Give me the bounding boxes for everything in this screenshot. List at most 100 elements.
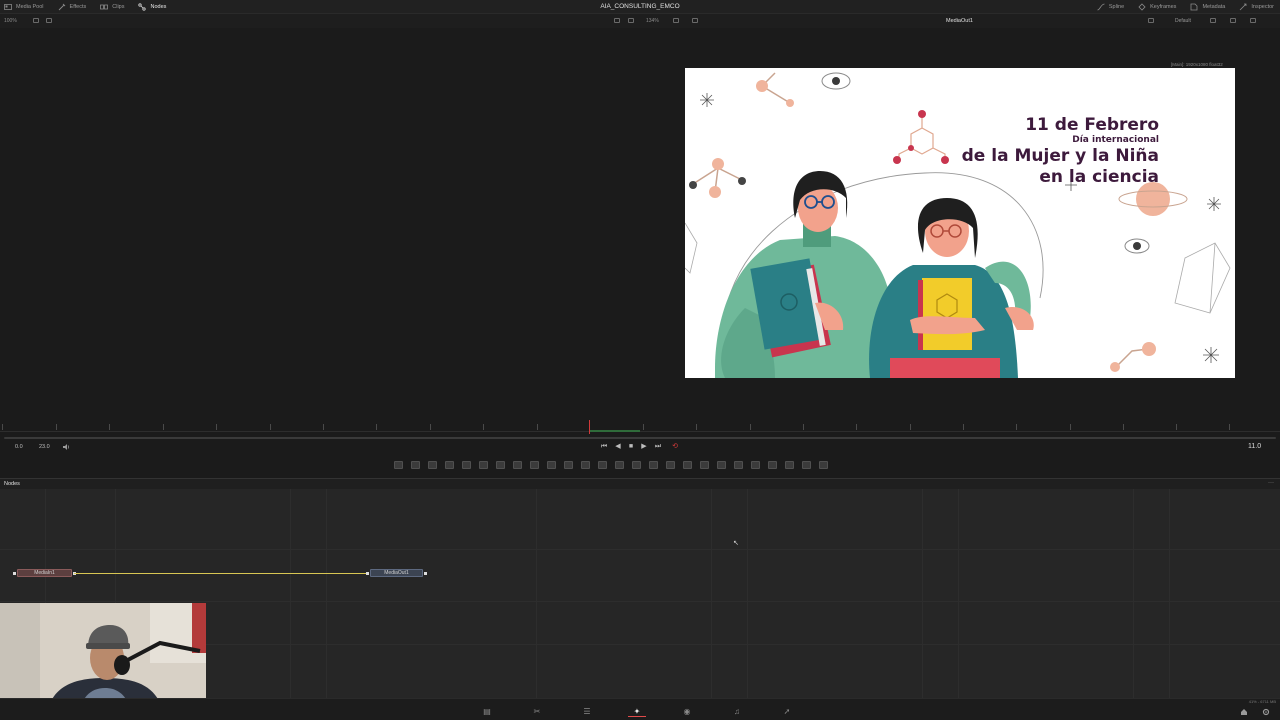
camera-tool-icon[interactable]: [666, 461, 675, 469]
top-bar-spline[interactable]: Spline: [1097, 3, 1124, 11]
layout-icon[interactable]: [1148, 18, 1154, 23]
fusion-page-icon[interactable]: ✦: [628, 707, 646, 717]
background-tool-icon[interactable]: [394, 461, 403, 469]
play-reverse-icon[interactable]: ◀: [614, 443, 622, 451]
node-mediaout1[interactable]: MediaOut1: [370, 569, 423, 577]
gear-icon[interactable]: [1262, 708, 1270, 716]
right-viewer-zoom[interactable]: 134%: [646, 18, 659, 24]
merge3d-tool-icon[interactable]: [734, 461, 743, 469]
edit-page-icon[interactable]: ☰: [578, 707, 596, 717]
ruler-tick: [1070, 424, 1071, 430]
matte-tool-icon[interactable]: [581, 461, 590, 469]
color-corrector-tool-icon[interactable]: [513, 461, 522, 469]
polygon-tool-icon[interactable]: [462, 461, 471, 469]
layout-preset[interactable]: Default: [1175, 18, 1191, 24]
ruler-tick: [56, 424, 57, 430]
home-icon[interactable]: [1240, 708, 1248, 716]
node-editor-options-icon[interactable]: ···: [1268, 480, 1274, 486]
cut-page-icon[interactable]: ✂: [528, 707, 546, 717]
replicate-tool-icon[interactable]: [785, 461, 794, 469]
fog-tool-icon[interactable]: [768, 461, 777, 469]
go-to-start-icon[interactable]: ⏮: [600, 443, 608, 451]
ruler-tick: [323, 424, 324, 430]
viewer-options-icon[interactable]: [33, 18, 39, 23]
audio-speaker-icon[interactable]: [62, 443, 70, 451]
top-bar-inspector[interactable]: Inspector: [1239, 3, 1274, 11]
light-tool-icon[interactable]: [700, 461, 709, 469]
grid-line: [711, 489, 712, 699]
renderer3d-tool-icon[interactable]: [717, 461, 726, 469]
ruler-tick: [1176, 424, 1177, 430]
particle-tool-icon[interactable]: [496, 461, 505, 469]
right-viewer-view-icon[interactable]: [673, 18, 679, 23]
loop-icon[interactable]: ⟲: [671, 443, 679, 451]
viewer-more-icon[interactable]: [1250, 18, 1256, 23]
ruler-tick: [1229, 424, 1230, 430]
merge-tool-icon[interactable]: [530, 461, 539, 469]
time-ruler[interactable]: [0, 422, 1280, 432]
node-editor-title: Nodes: [4, 481, 20, 487]
viewer-node-name: MediaOut1: [946, 18, 973, 24]
grid-line: [922, 489, 923, 699]
metadata-icon: [1191, 3, 1198, 11]
shape3d-tool-icon[interactable]: [683, 461, 692, 469]
text3d-tool-icon[interactable]: [751, 461, 760, 469]
right-viewer-lut-icon[interactable]: [614, 18, 620, 23]
keyframes-icon: [1138, 3, 1146, 11]
node-connection[interactable]: [74, 573, 366, 574]
media-page-icon[interactable]: ▤: [478, 707, 496, 717]
paint-tool-icon[interactable]: [411, 461, 420, 469]
grid-line: [536, 489, 537, 699]
brush-tool-icon[interactable]: [445, 461, 454, 469]
media-out-output-port[interactable]: [424, 572, 427, 575]
transform-tool-icon[interactable]: [547, 461, 556, 469]
text-tool-icon[interactable]: [428, 461, 437, 469]
global-start-time[interactable]: 0.0: [15, 444, 23, 450]
grid-line: [326, 489, 327, 699]
go-to-end-icon[interactable]: ⏭: [654, 443, 662, 451]
poster-heading-1: de la Mujer y la Niña: [961, 146, 1159, 166]
blur-tool-icon[interactable]: [564, 461, 573, 469]
color-page-icon[interactable]: ◉: [678, 707, 696, 717]
top-bar-spline-label: Spline: [1108, 4, 1125, 10]
mouse-cursor-icon: ↖: [733, 540, 739, 547]
current-time[interactable]: 11.0: [1248, 443, 1261, 450]
spot-tool-icon[interactable]: [819, 461, 828, 469]
right-viewer-canvas[interactable]: 11 de Febrero Día internacional de la Mu…: [685, 68, 1235, 378]
top-bar-inspector-label: Inspector: [1251, 4, 1274, 10]
viewer-roi-icon[interactable]: [46, 18, 52, 23]
project-title: AIA_CONSULTING_EMCO: [600, 3, 680, 10]
poster-title: 11 de Febrero Día internacional de la Mu…: [962, 115, 1159, 188]
imageplane-tool-icon[interactable]: [802, 461, 811, 469]
deliver-page-icon[interactable]: ➚: [778, 707, 796, 717]
play-forward-icon[interactable]: ▶: [640, 443, 648, 451]
viewer-maximize-icon[interactable]: [1230, 18, 1236, 23]
media-out-input-port[interactable]: [366, 572, 369, 575]
fairlight-page-icon[interactable]: ♫: [728, 707, 746, 717]
top-bar-metadata[interactable]: Metadata: [1190, 3, 1225, 11]
top-bar-right: Spline Keyframes Metadata Inspector: [1097, 0, 1274, 14]
playhead[interactable]: [589, 420, 590, 434]
media-in-input-port[interactable]: [13, 572, 16, 575]
global-end-time[interactable]: 23.0: [39, 444, 50, 450]
top-bar-keyframes[interactable]: Keyframes: [1138, 3, 1176, 11]
viewer-settings-icon[interactable]: [1210, 18, 1216, 23]
mask-tool-icon[interactable]: [632, 461, 641, 469]
right-viewer-options-icon[interactable]: [628, 18, 634, 23]
stop-icon[interactable]: ■: [627, 443, 635, 451]
ellipse-tool-icon[interactable]: [615, 461, 624, 469]
bspline-tool-icon[interactable]: [479, 461, 488, 469]
ruler-tick: [696, 424, 697, 430]
grid-line: [1169, 489, 1170, 699]
node-mediain1[interactable]: MediaIn1: [17, 569, 72, 577]
left-viewer-zoom[interactable]: 100%: [4, 18, 17, 24]
scrub-bar[interactable]: [4, 437, 1276, 439]
rectangle-tool-icon[interactable]: [598, 461, 607, 469]
viewer-resolution-label: [Main]: 1920x1080 float32: [1171, 62, 1223, 67]
tracker-tool-icon[interactable]: [649, 461, 658, 469]
grid-line: [0, 601, 1280, 602]
ruler-tick: [537, 424, 538, 430]
ruler-tick: [483, 424, 484, 430]
right-viewer-guides-icon[interactable]: [692, 18, 698, 23]
render-range: [590, 430, 640, 432]
